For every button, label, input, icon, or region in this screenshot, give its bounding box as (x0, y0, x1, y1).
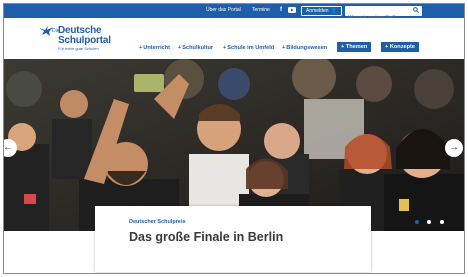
arrow-left-icon: ← (3, 142, 13, 153)
site-logo[interactable]: Die Deutsche Schulportal Für mehr gute S… (39, 24, 119, 56)
slider-dot-3[interactable] (439, 220, 444, 224)
link-about-portal[interactable]: Über das Portal (206, 7, 241, 13)
teaser-kicker: Deutscher Schulpreis (129, 219, 186, 225)
utility-bar: Über das Portal Termine f Anmelden 👤 (4, 4, 464, 23)
nav-item-unterricht[interactable]: +Unterricht (139, 45, 170, 51)
user-icon: 👤 (330, 8, 337, 14)
slider-next-button[interactable]: → (445, 139, 463, 157)
logo-line-2: Schulportal (58, 35, 111, 46)
site-header: Die Deutsche Schulportal Für mehr gute S… (4, 18, 464, 62)
logo-tagline: Für mehr gute Schulen (58, 46, 99, 51)
nav-item-schule-im-umfeld[interactable]: +Schule im Umfeld (223, 45, 274, 51)
magnifier-icon[interactable] (413, 7, 419, 15)
teaser-headline[interactable]: Das große Finale in Berlin (129, 230, 283, 244)
nav-button-themen[interactable]: + Themen (337, 42, 372, 52)
browser-frame: Über das Portal Termine f Anmelden👤 Die … (3, 3, 465, 274)
login-button[interactable]: Anmelden 👤 (301, 6, 342, 16)
teaser-card[interactable]: Deutscher Schulpreis Das große Finale in… (95, 206, 371, 272)
slider-dots (415, 211, 448, 224)
nav-item-schulkultur[interactable]: +Schulkultur (178, 45, 213, 51)
facebook-icon[interactable]: f (280, 7, 282, 13)
nav-button-konzepte[interactable]: + Konzepte (381, 42, 419, 52)
login-label: Anmelden (306, 8, 329, 14)
arrow-right-icon: → (449, 142, 459, 153)
slider-dot-1[interactable] (415, 220, 419, 224)
search-box (345, 6, 422, 23)
link-dates[interactable]: Termine (252, 7, 270, 13)
nav-item-bildungswesen[interactable]: +Bildungswesen (282, 45, 327, 51)
youtube-icon[interactable] (288, 7, 296, 15)
